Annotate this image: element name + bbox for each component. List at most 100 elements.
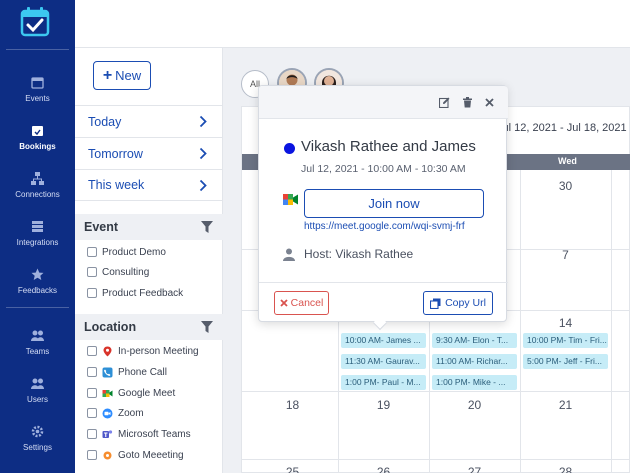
star-icon [31,268,44,280]
host-label: Host: Vikash Rathee [304,247,414,261]
checkbox[interactable] [87,346,97,356]
event-filter-title: Event [84,220,119,234]
left-nav: Events Bookings Connections Integrations… [0,0,75,473]
day-number[interactable]: 20 [429,398,520,412]
nav-label: Feedbacks [17,286,58,295]
grid-line [242,459,630,460]
day-number[interactable]: 7 [520,248,611,262]
checkbox[interactable] [87,367,97,377]
event-chip[interactable]: 5:00 PM- Jeff - Fri... [523,354,608,369]
event-chip[interactable]: 11:30 AM- Gaurav... [341,354,426,369]
event-filter-item[interactable]: Product Feedback [87,284,183,302]
nav-item-feedbacks[interactable]: Feedbacks [0,262,75,308]
integrations-icon [32,221,43,232]
checkbox[interactable] [87,288,97,298]
event-filter-item[interactable]: Consulting [87,263,149,281]
join-now-button[interactable]: Join now [304,189,484,218]
new-button-label: New [115,68,142,83]
location-filter-item[interactable]: Microsoft Teams [87,425,191,443]
edit-icon[interactable] [439,97,450,108]
checkbox[interactable] [87,408,97,418]
quick-filter-label: This week [88,178,145,192]
nav-item-bookings[interactable]: Bookings [0,118,75,164]
event-filter-header: Event [75,214,223,240]
meeting-link[interactable]: https://meet.google.com/wqi-svmj-frf [304,221,465,232]
close-icon [280,299,288,307]
day-number[interactable]: 26 [338,465,429,473]
copy-icon [430,298,441,309]
grid-line [611,170,612,473]
day-number[interactable]: 19 [338,398,429,412]
quick-filter-label: Today [88,114,122,129]
filter-label: Zoom [118,407,144,419]
event-chip[interactable]: 11:00 AM- Richar... [432,354,517,369]
location-filter-title: Location [84,320,137,334]
day-number[interactable]: 21 [520,398,611,412]
plus-icon: + [102,66,113,84]
location-filter-item[interactable]: Phone Call [87,363,167,381]
checkbox[interactable] [87,267,97,277]
nav-item-users[interactable]: Users [0,371,75,417]
microsoft-teams-icon [102,429,113,438]
popup-header [259,86,508,119]
event-filter-item[interactable]: Product Demo [87,243,166,261]
checkbox[interactable] [87,388,97,398]
checkbox[interactable] [87,429,97,439]
nav-item-settings[interactable]: Settings [0,419,75,465]
app-logo-icon[interactable] [19,6,51,38]
phone-icon [102,367,113,377]
nav-divider [6,49,69,50]
nav-label: Bookings [19,142,56,151]
event-chip[interactable]: 10:00 PM- Tim - Fri... [523,333,608,348]
filter-icon[interactable] [201,221,213,233]
quick-filter-label: Tomorrow [88,146,143,161]
google-meet-icon [283,194,298,205]
day-number[interactable]: 30 [520,179,611,193]
new-button[interactable]: + New [93,61,151,90]
location-filter-item[interactable]: Google Meet [87,384,175,402]
day-number[interactable]: 25 [247,465,338,473]
event-chip[interactable]: 10:00 AM- James ... [341,333,426,348]
location-filter-item[interactable]: Goto Meeeting [87,446,184,464]
day-number[interactable]: 27 [429,465,520,473]
event-chip[interactable]: 1:00 PM- Mike - ... [432,375,517,390]
gear-icon [31,425,44,438]
event-color-dot [284,143,295,154]
users-icon [31,378,44,389]
nav-label: Connections [15,190,60,199]
nav-label: Events [25,94,50,103]
filter-label: Phone Call [118,366,167,378]
trash-icon[interactable] [462,97,473,108]
cancel-booking-button[interactable]: Cancel [274,291,329,315]
nav-item-integrations[interactable]: Integrations [0,214,75,260]
location-filter-item[interactable]: Zoom [87,404,144,422]
quick-filter-today[interactable]: Today [75,105,223,137]
booking-details-popup: Vikash Rathee and James Jul 12, 2021 - 1… [258,85,508,331]
event-chip[interactable]: 1:00 PM- Paul - M... [341,375,426,390]
google-meet-icon [102,389,113,397]
bookings-icon [32,126,43,136]
day-number[interactable]: 28 [520,465,611,473]
person-icon [283,248,295,261]
quick-filter-tomorrow[interactable]: Tomorrow [75,137,223,169]
nav-item-events[interactable]: Events [0,70,75,116]
calendar-icon [31,77,44,89]
checkbox[interactable] [87,450,97,460]
close-icon[interactable] [484,97,495,108]
nav-item-teams[interactable]: Teams [0,323,75,369]
filter-label: Product Demo [102,246,166,258]
filter-icon[interactable] [201,321,213,333]
filter-label: Goto Meeeting [118,449,184,461]
goto-meeting-icon [103,451,112,459]
nav-item-connections[interactable]: Connections [0,166,75,212]
zoom-icon [102,408,113,418]
quick-filter-this-week[interactable]: This week [75,169,223,201]
event-chip[interactable]: 9:30 AM- Elon - T... [432,333,517,348]
checkbox[interactable] [87,247,97,257]
day-number[interactable]: 18 [247,398,338,412]
copy-url-button[interactable]: Copy Url [423,291,493,315]
day-number[interactable]: 14 [520,316,611,330]
filter-label: Microsoft Teams [118,428,191,440]
connections-icon [31,172,44,185]
location-filter-item[interactable]: In-person Meeting [87,342,199,360]
